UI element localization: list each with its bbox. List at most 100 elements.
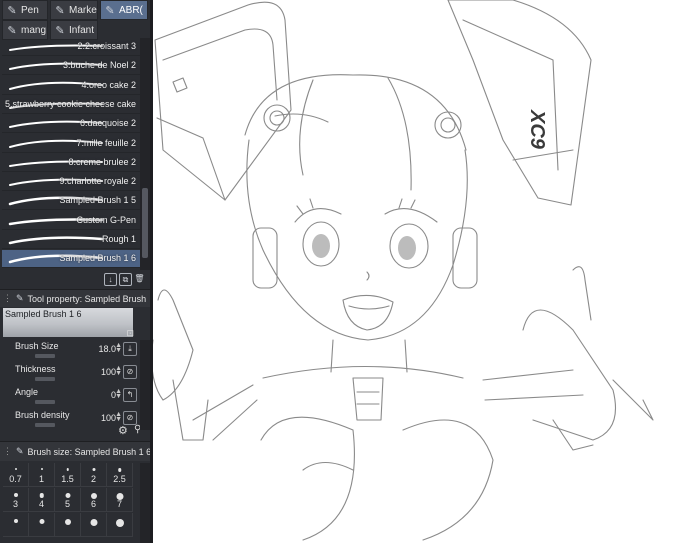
brush-item-label: Sampled Brush 1 6 bbox=[59, 253, 136, 264]
property-label: Angle bbox=[15, 387, 39, 397]
brush-size-preset[interactable] bbox=[29, 513, 55, 537]
brush-item-label: 3.buche de Noel 2 bbox=[62, 60, 136, 71]
brush-item[interactable]: Sampled Brush 1 6 bbox=[2, 250, 140, 269]
property-option-button[interactable]: ⤓ bbox=[123, 342, 137, 356]
brush-tabs-row-1: ✎ Pen ✎ Marke ✎ ABR( bbox=[0, 0, 150, 22]
tab-manga[interactable]: ✎ mang bbox=[2, 20, 48, 40]
brush-item-label: 7.mille feuille 2 bbox=[76, 137, 136, 148]
property-slider[interactable] bbox=[35, 400, 55, 404]
size-dot-icon bbox=[115, 519, 124, 527]
property-option-button[interactable]: ↰ bbox=[123, 388, 137, 402]
brush-stroke-preview-icon bbox=[8, 236, 104, 245]
brush-item-label: 2.2.croissant 3 bbox=[77, 41, 136, 51]
lock-icon[interactable]: ⊡ bbox=[126, 328, 134, 339]
brush-item[interactable]: 2.2.croissant 3 bbox=[2, 38, 140, 56]
property-option-button[interactable]: ⊘ bbox=[123, 365, 137, 379]
tab-infant[interactable]: ✎ Infant bbox=[50, 20, 98, 40]
download-icon[interactable]: ↓ bbox=[104, 273, 117, 286]
property-label: Brush Size bbox=[15, 341, 59, 351]
scrollbar-thumb[interactable] bbox=[142, 188, 148, 258]
brush-preview: Sampled Brush 1 6 ⊡ bbox=[3, 308, 134, 339]
property-option-button[interactable]: ⊘ bbox=[123, 411, 137, 425]
brush-item[interactable]: 3.buche de Noel 2 bbox=[2, 57, 140, 76]
property-value[interactable]: 100 bbox=[101, 413, 116, 423]
brush-item[interactable]: 6.dacquoise 2 bbox=[2, 115, 140, 134]
tool-property-scrollbar[interactable] bbox=[140, 340, 150, 430]
marker-icon: ✎ bbox=[55, 4, 65, 17]
tool-property-title: Tool property: Sampled Brush bbox=[27, 293, 147, 304]
brush-item-label: 9.charlotte royale 2 bbox=[59, 176, 136, 187]
brush-size-value: 5 bbox=[64, 499, 70, 509]
duplicate-icon[interactable]: ⧉ bbox=[119, 273, 132, 286]
drawing-canvas[interactable]: XC9 bbox=[151, 0, 680, 543]
brush-item[interactable]: Custom G-Pen bbox=[2, 212, 140, 230]
brush-size-preset[interactable] bbox=[107, 513, 133, 537]
brush-size-preset[interactable]: 6 bbox=[81, 488, 107, 512]
brush-size-preset[interactable]: 2 bbox=[81, 463, 107, 487]
size-dot-icon bbox=[13, 493, 18, 497]
brush-size-grid: 0.7 1 1.5 2 2.5 3 4 5 6 7 bbox=[3, 463, 139, 543]
brush-size-preset[interactable] bbox=[3, 513, 29, 537]
brush-item[interactable]: 9.charlotte royale 2 bbox=[2, 173, 140, 192]
brush-size-value: 1 bbox=[38, 474, 44, 484]
brush-size-preset[interactable]: 3 bbox=[3, 488, 29, 512]
brush-size-value: 2 bbox=[90, 474, 96, 484]
brush-size-value: 3 bbox=[12, 499, 18, 509]
size-dot-icon bbox=[90, 519, 97, 526]
brush-size-value: 6 bbox=[90, 499, 96, 509]
brush-size-preset[interactable]: 1.5 bbox=[55, 463, 81, 487]
size-dot-icon bbox=[92, 468, 95, 471]
property-label: Thickness bbox=[15, 364, 56, 374]
brush-size-title: Brush size: Sampled Brush 1 6 bbox=[27, 446, 150, 457]
size-dot-icon bbox=[39, 493, 44, 498]
brush-size-header: ⋮ ✎ Brush size: Sampled Brush 1 6 bbox=[0, 441, 150, 461]
size-dot-icon bbox=[66, 468, 69, 471]
property-value[interactable]: 100 bbox=[101, 367, 116, 377]
brush-icon: ✎ bbox=[105, 4, 115, 17]
brush-size-preset[interactable]: 4 bbox=[29, 488, 55, 512]
brush-size-preset[interactable]: 0.7 bbox=[3, 463, 29, 487]
brush-item-label: 5.strawberry cookie cheese cake bbox=[4, 98, 136, 109]
drag-grip-icon: ⋮ bbox=[3, 293, 12, 303]
property-value[interactable]: 18.0 bbox=[98, 344, 116, 354]
brush-size-preset[interactable] bbox=[55, 513, 81, 537]
brush-item[interactable]: 4.oreo cake 2 bbox=[2, 77, 140, 95]
settings-icon[interactable]: ⚙ bbox=[118, 424, 128, 437]
tool-property-header: ⋮ ✎ Tool property: Sampled Brush bbox=[0, 289, 150, 307]
brush-size-preset[interactable]: 5 bbox=[55, 488, 81, 512]
property-slider[interactable] bbox=[35, 377, 55, 381]
tab-abr[interactable]: ✎ ABR( bbox=[100, 0, 148, 20]
size-dot-icon bbox=[40, 468, 43, 470]
spinner-icon[interactable]: ▲ ▼ bbox=[115, 342, 122, 354]
brush-size-preset[interactable]: 2.5 bbox=[107, 463, 133, 487]
brush-item[interactable]: 7.mille feuille 2 bbox=[2, 135, 140, 153]
brush-list-scrollbar[interactable] bbox=[140, 38, 150, 270]
size-dot-icon bbox=[65, 493, 70, 498]
trash-icon[interactable]: 🗑 bbox=[134, 273, 145, 284]
svg-text:XC9: XC9 bbox=[526, 109, 548, 150]
brush-size-preset[interactable]: 7 bbox=[107, 488, 133, 512]
tab-marker[interactable]: ✎ Marke bbox=[50, 0, 98, 20]
property-slider[interactable] bbox=[35, 354, 55, 358]
brush-item-label: 4.oreo cake 2 bbox=[81, 79, 136, 90]
spinner-icon[interactable]: ▲ ▼ bbox=[115, 388, 122, 400]
brush-item[interactable]: Rough 1 bbox=[2, 231, 140, 249]
property-row: Angle 0 ▲ ▼ ↰ bbox=[3, 387, 138, 409]
brush-size-scrollbar[interactable] bbox=[140, 463, 150, 543]
size-dot-icon bbox=[64, 519, 71, 525]
spinner-icon[interactable]: ▲ ▼ bbox=[115, 411, 122, 423]
property-row: Brush Size 18.0 ▲ ▼ ⤓ bbox=[3, 341, 138, 363]
brush-item-label: 8.creme brulee 2 bbox=[68, 156, 136, 167]
brush-item[interactable]: Sampled Brush 1 5 bbox=[2, 192, 140, 211]
spinner-icon[interactable]: ▲ ▼ bbox=[115, 365, 122, 377]
property-slider[interactable] bbox=[35, 423, 55, 427]
drag-grip-icon: ⋮ bbox=[3, 446, 12, 456]
pen-icon: ✎ bbox=[7, 4, 17, 17]
brush-item[interactable]: 5.strawberry cookie cheese cake bbox=[2, 96, 140, 114]
brush-size-preset[interactable]: 1 bbox=[29, 463, 55, 487]
brush-size-preset[interactable] bbox=[81, 513, 107, 537]
property-label: Brush density bbox=[15, 410, 70, 420]
tab-pen[interactable]: ✎ Pen bbox=[2, 0, 48, 20]
brush-preview-label: Sampled Brush 1 6 bbox=[5, 309, 82, 319]
brush-item[interactable]: 8.creme brulee 2 bbox=[2, 154, 140, 172]
